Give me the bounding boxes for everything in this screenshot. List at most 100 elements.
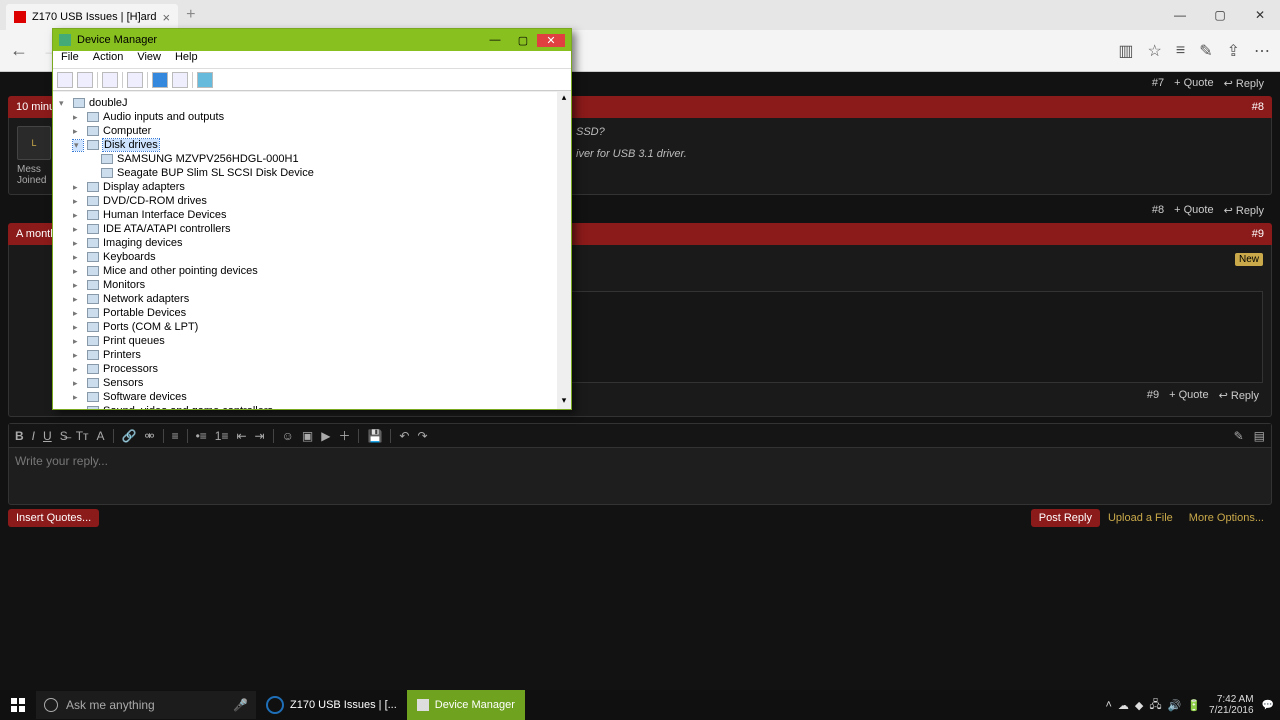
reading-view-icon[interactable]: ▥	[1118, 41, 1133, 61]
indent-icon[interactable]: ⇥	[255, 429, 265, 443]
cortana-search[interactable]: Ask me anything 🎤	[36, 691, 256, 719]
save-icon[interactable]: 💾	[367, 429, 382, 443]
tree-node[interactable]: Human Interface Devices	[59, 208, 569, 222]
tree-node[interactable]: Mice and other pointing devices	[59, 264, 569, 278]
tb-monitor-icon[interactable]	[197, 72, 213, 88]
tb-forward-icon[interactable]	[77, 72, 93, 88]
tree-node[interactable]: Ports (COM & LPT)	[59, 320, 569, 334]
menu-help[interactable]: Help	[175, 51, 198, 68]
tree-node[interactable]: Processors	[59, 362, 569, 376]
tray-volume-icon[interactable]: 🔊	[1168, 699, 1182, 712]
post-number[interactable]: #9	[1147, 389, 1159, 402]
textcolor-icon[interactable]: Tт	[76, 429, 89, 443]
tree-node[interactable]: Print queues	[59, 334, 569, 348]
tree-node[interactable]: Monitors	[59, 278, 569, 292]
webnote-icon[interactable]: ✎	[1199, 41, 1212, 61]
maximize-button[interactable]: ▢	[1200, 1, 1240, 29]
outdent-icon[interactable]: ⇤	[236, 429, 246, 443]
tb-properties-icon[interactable]	[127, 72, 143, 88]
quote-button[interactable]: + Quote	[1174, 204, 1213, 216]
post-number[interactable]: #9	[1252, 228, 1264, 240]
clock[interactable]: 7:42 AM 7/21/2016	[1209, 694, 1254, 716]
unlink-icon[interactable]: ⚮	[145, 429, 155, 443]
post-number[interactable]: #7	[1152, 77, 1164, 89]
reply-button[interactable]: Reply	[1219, 389, 1259, 402]
taskbar-item-devmgr[interactable]: Device Manager	[407, 690, 525, 720]
font-icon[interactable]: A	[97, 429, 105, 443]
tb-scan-icon[interactable]	[172, 72, 188, 88]
reply-button[interactable]: Reply	[1224, 204, 1264, 217]
tab-close-icon[interactable]: ×	[163, 10, 171, 25]
align-icon[interactable]: ≡	[172, 429, 179, 443]
insert-quotes-button[interactable]: Insert Quotes...	[8, 509, 99, 527]
upload-file-button[interactable]: Upload a File	[1100, 509, 1181, 527]
minimize-button[interactable]: —	[1160, 1, 1200, 29]
editor-textarea[interactable]: Write your reply...	[9, 448, 1271, 504]
tree-node[interactable]: Imaging devices	[59, 236, 569, 250]
tray-battery-icon[interactable]: 🔋	[1187, 699, 1201, 712]
media-icon[interactable]: ▶	[321, 429, 330, 443]
new-tab-button[interactable]: +	[186, 6, 195, 24]
back-button[interactable]: ←	[10, 40, 28, 61]
link-icon[interactable]: 🔗	[122, 429, 137, 443]
tree-node-disk-drives[interactable]: Disk drives	[59, 138, 569, 152]
preview-icon[interactable]: ▤	[1254, 429, 1265, 443]
browser-tab[interactable]: Z170 USB Issues | [H]ard ×	[6, 4, 178, 30]
tree-node[interactable]: Sound, video and game controllers	[59, 404, 569, 409]
tree-leaf[interactable]: SAMSUNG MZVPV256HDGL-000H1	[59, 152, 569, 166]
tree-node[interactable]: DVD/CD-ROM drives	[59, 194, 569, 208]
post-reply-button[interactable]: Post Reply	[1031, 509, 1100, 527]
device-manager-window[interactable]: Device Manager — ▢ ✕ File Action View He…	[52, 28, 572, 410]
tree-root[interactable]: doubleJ	[59, 96, 569, 110]
share-icon[interactable]: ⇪	[1227, 41, 1240, 61]
undo-icon[interactable]: ↶	[399, 429, 409, 443]
image-icon[interactable]: ▣	[302, 429, 313, 443]
more-options-button[interactable]: More Options...	[1181, 509, 1272, 527]
tree-node[interactable]: Audio inputs and outputs	[59, 110, 569, 124]
dm-close-button[interactable]: ✕	[537, 34, 565, 47]
tb-showhide-icon[interactable]	[102, 72, 118, 88]
mic-icon[interactable]: 🎤	[233, 698, 248, 712]
menu-file[interactable]: File	[61, 51, 79, 68]
tree-scrollbar[interactable]: ▴▾	[557, 92, 571, 409]
tree-node[interactable]: Display adapters	[59, 180, 569, 194]
device-tree[interactable]: doubleJ Audio inputs and outputs Compute…	[53, 91, 571, 409]
tree-node[interactable]: Portable Devices	[59, 306, 569, 320]
tree-node[interactable]: Network adapters	[59, 292, 569, 306]
quote-button[interactable]: + Quote	[1169, 389, 1208, 402]
tray-onedrive-icon[interactable]: ☁	[1118, 699, 1129, 712]
tree-node[interactable]: Printers	[59, 348, 569, 362]
hub-icon[interactable]: ≡	[1176, 42, 1185, 60]
menu-action[interactable]: Action	[93, 51, 124, 68]
tree-node[interactable]: Keyboards	[59, 250, 569, 264]
bold-icon[interactable]: B	[15, 429, 24, 443]
reply-button[interactable]: Reply	[1224, 77, 1264, 90]
tree-node[interactable]: Software devices	[59, 390, 569, 404]
dm-titlebar[interactable]: Device Manager — ▢ ✕	[53, 29, 571, 51]
start-button[interactable]	[0, 690, 36, 720]
menu-view[interactable]: View	[137, 51, 161, 68]
tree-node[interactable]: Sensors	[59, 376, 569, 390]
underline-icon[interactable]: U	[43, 429, 52, 443]
notification-icon[interactable]: 💬	[1262, 700, 1274, 711]
tray-network-icon[interactable]: 🖧	[1149, 696, 1161, 715]
tray-app-icon[interactable]: ◆	[1135, 699, 1143, 712]
strike-icon[interactable]: S̶	[60, 429, 68, 443]
quote-button[interactable]: + Quote	[1174, 77, 1213, 89]
dm-minimize-button[interactable]: —	[481, 34, 509, 47]
list-ol-icon[interactable]: 1≡	[215, 429, 229, 443]
insert-icon[interactable]: ＋	[338, 427, 350, 444]
post-number[interactable]: #8	[1152, 204, 1164, 216]
draft-icon[interactable]: ✎	[1234, 429, 1244, 443]
tray-chevron-icon[interactable]: ˄	[1105, 699, 1111, 711]
tree-node[interactable]: IDE ATA/ATAPI controllers	[59, 222, 569, 236]
more-icon[interactable]: ⋯	[1254, 41, 1270, 61]
dm-maximize-button[interactable]: ▢	[509, 34, 537, 47]
tree-leaf[interactable]: Seagate BUP Slim SL SCSI Disk Device	[59, 166, 569, 180]
taskbar-item-edge[interactable]: Z170 USB Issues | [...	[256, 690, 407, 720]
post-number[interactable]: #8	[1252, 101, 1264, 113]
tb-back-icon[interactable]	[57, 72, 73, 88]
italic-icon[interactable]: I	[32, 429, 35, 443]
redo-icon[interactable]: ↷	[417, 429, 427, 443]
close-button[interactable]: ✕	[1240, 1, 1280, 29]
